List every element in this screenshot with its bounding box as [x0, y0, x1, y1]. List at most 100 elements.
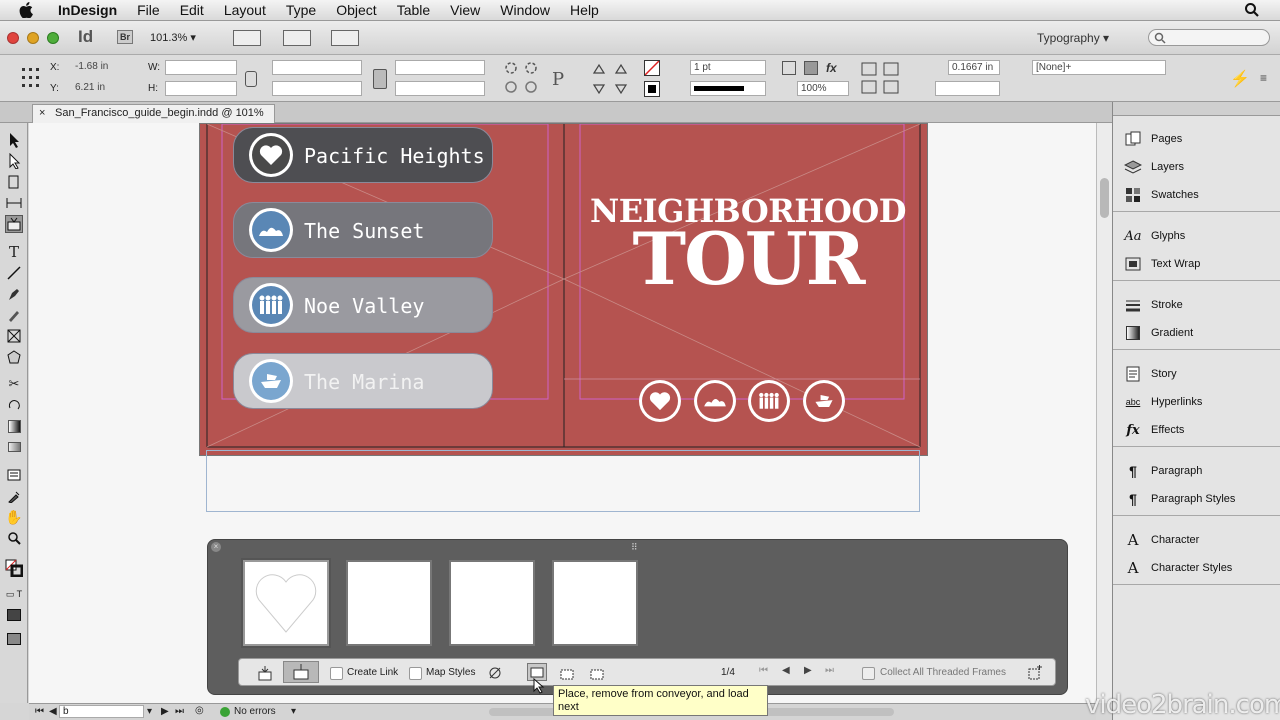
map-styles-checkbox[interactable] [409, 667, 422, 680]
vertical-scrollbar[interactable] [1096, 123, 1112, 703]
preflight-icon[interactable]: ◎ [195, 705, 204, 716]
preflight-menu-icon[interactable]: ▾ [291, 706, 296, 717]
small-boat-button[interactable] [803, 380, 845, 422]
empty-frame[interactable] [206, 450, 920, 512]
menu-file[interactable]: File [127, 2, 170, 18]
zoom-window-button[interactable] [47, 32, 59, 44]
next-item-icon[interactable]: ▶ [804, 665, 812, 676]
x-position-field[interactable]: -1.68 in [72, 60, 140, 75]
screen-mode-icon[interactable] [283, 30, 311, 46]
panel-paragraph-styles[interactable]: ¶ Paragraph Styles [1113, 485, 1280, 513]
rotate-icons[interactable] [503, 61, 545, 95]
menu-layout[interactable]: Layout [214, 2, 276, 18]
panel-menu-icon[interactable]: ≡ [1260, 71, 1267, 85]
stroke-type-select[interactable] [690, 81, 766, 96]
place-content-icon[interactable] [283, 661, 319, 683]
panel-hyperlinks[interactable]: abc Hyperlinks [1113, 388, 1280, 416]
page-menu-icon[interactable]: ▾ [147, 706, 152, 717]
constrain-scale-icon[interactable] [373, 69, 387, 89]
gradient-feather-tool-icon[interactable] [5, 438, 23, 456]
apply-color-icon[interactable] [5, 606, 23, 624]
first-page-icon[interactable]: ⏮ [35, 706, 44, 717]
pen-tool-icon[interactable] [5, 285, 23, 303]
menu-view[interactable]: View [440, 2, 490, 18]
panel-story[interactable]: Story [1113, 360, 1280, 388]
document-canvas[interactable]: Pacific Heights The Sunset Noe Valley Th… [29, 123, 1096, 703]
fill-swatch[interactable] [644, 60, 660, 76]
stroke-weight-field[interactable]: 1 pt [690, 60, 766, 75]
conveyor-item-3[interactable] [449, 560, 535, 646]
last-item-icon[interactable]: ⏭ [825, 665, 834, 676]
menu-window[interactable]: Window [490, 2, 560, 18]
gradient-swatch-tool-icon[interactable] [5, 417, 23, 435]
flip-icons[interactable] [590, 61, 632, 97]
panel-swatches[interactable]: Swatches [1113, 181, 1280, 209]
direct-selection-tool-icon[interactable] [5, 152, 23, 170]
help-search-input[interactable] [1148, 29, 1270, 46]
panel-text-wrap[interactable]: Text Wrap [1113, 250, 1280, 278]
menu-app-name[interactable]: InDesign [48, 2, 127, 18]
height-field[interactable] [165, 81, 237, 96]
reference-point-icon[interactable] [21, 65, 41, 91]
text-wrap-icons[interactable] [860, 61, 910, 95]
conveyor-item-2[interactable] [346, 560, 432, 646]
formatting-container-icon[interactable]: ▭ T [5, 585, 23, 603]
view-options-icon[interactable] [233, 30, 261, 46]
arrange-documents-icon[interactable] [331, 30, 359, 46]
eyedropper-tool-icon[interactable] [5, 487, 23, 505]
polygon-tool-icon[interactable] [5, 348, 23, 366]
fill-stroke-swatches-icon[interactable] [5, 559, 23, 577]
zoom-tool-icon[interactable] [5, 529, 23, 547]
close-window-button[interactable] [7, 32, 19, 44]
prev-page-icon[interactable]: ◀ [49, 706, 57, 717]
menu-edit[interactable]: Edit [170, 2, 214, 18]
small-sunset-button[interactable] [694, 380, 736, 422]
minimize-window-button[interactable] [27, 32, 39, 44]
edit-custom-style-mapping-icon[interactable] [487, 665, 503, 681]
apple-icon[interactable] [18, 2, 34, 18]
conveyor-item-4[interactable] [552, 560, 638, 646]
collect-threaded-checkbox[interactable] [862, 667, 875, 680]
panel-paragraph[interactable]: ¶ Paragraph [1113, 457, 1280, 485]
opacity-field[interactable]: 100% [797, 81, 849, 96]
menu-table[interactable]: Table [387, 2, 440, 18]
gap-tool-icon[interactable] [5, 194, 23, 212]
pencil-tool-icon[interactable] [5, 306, 23, 324]
selection-tool-icon[interactable] [5, 131, 23, 149]
dock-header[interactable] [1113, 102, 1280, 116]
shear-field[interactable] [395, 81, 485, 96]
note-tool-icon[interactable] [5, 466, 23, 484]
lightning-icon[interactable]: ⚡ [1230, 69, 1250, 89]
create-link-checkbox[interactable] [330, 667, 343, 680]
corner-offset-field[interactable]: 0.1667 in [948, 60, 1000, 75]
panel-stroke[interactable]: Stroke [1113, 291, 1280, 319]
conveyor-item-heart[interactable] [243, 560, 329, 646]
bridge-button[interactable]: Br [117, 30, 134, 44]
panel-character-styles[interactable]: A Character Styles [1113, 554, 1280, 582]
menu-type[interactable]: Type [276, 2, 326, 18]
small-heart-button[interactable] [639, 380, 681, 422]
scale-y-field[interactable] [272, 81, 362, 96]
p-icon[interactable]: P [552, 69, 564, 90]
nav-button-the-marina[interactable]: The Marina [233, 353, 493, 409]
last-page-icon[interactable]: ⏭ [175, 706, 184, 717]
nav-button-noe-valley[interactable]: Noe Valley [233, 277, 493, 333]
width-field[interactable] [165, 60, 237, 75]
load-conveyor-icon[interactable] [1027, 665, 1043, 681]
nav-button-pacific-heights[interactable]: Pacific Heights [233, 127, 493, 183]
panel-character[interactable]: A Character [1113, 526, 1280, 554]
scroll-thumb[interactable] [1100, 178, 1109, 218]
rectangle-frame-tool-icon[interactable] [5, 327, 23, 345]
effects-icons[interactable]: fx [782, 61, 852, 77]
scale-x-field[interactable] [272, 60, 362, 75]
hand-tool-icon[interactable]: ✋ [5, 508, 23, 526]
first-item-icon[interactable]: ⏮ [759, 665, 768, 676]
document-tab[interactable]: × San_Francisco_guide_begin.indd @ 101% [32, 104, 275, 123]
next-page-icon[interactable]: ▶ [161, 706, 169, 717]
content-collector-tool-icon[interactable] [5, 215, 23, 233]
conveyor-grip[interactable]: ⠿ [631, 542, 643, 552]
constrain-proportions-icon[interactable] [245, 71, 257, 87]
free-transform-tool-icon[interactable] [5, 396, 23, 414]
workspace-switcher[interactable]: Typography ▾ [1037, 31, 1109, 45]
panel-effects[interactable]: fx Effects [1113, 416, 1280, 444]
